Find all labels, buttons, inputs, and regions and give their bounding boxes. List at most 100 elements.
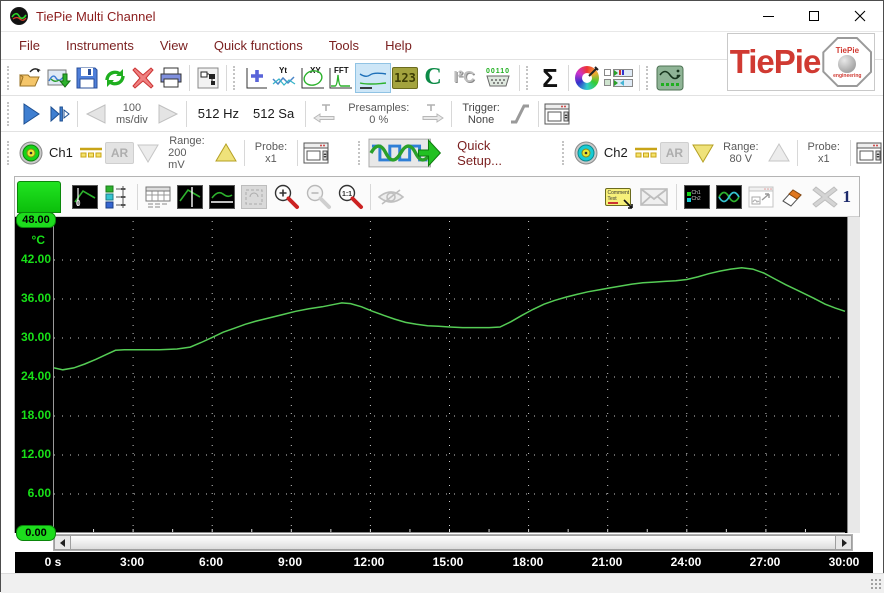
presamples-decrease-button[interactable]: [310, 100, 342, 128]
xy-graph-icon[interactable]: XY: [299, 64, 327, 92]
close-icon: [854, 10, 866, 22]
plot-right-margin: [848, 217, 860, 533]
serial-icon[interactable]: 00110: [481, 64, 515, 92]
ch1-settings-icon[interactable]: [302, 139, 330, 167]
y-tick-label: 12.00: [20, 447, 51, 461]
toolbar-grip[interactable]: [646, 65, 651, 90]
resize-grip-icon[interactable]: [870, 578, 883, 591]
ch1-label[interactable]: Ch1: [45, 145, 77, 160]
maximize-button[interactable]: [791, 1, 837, 31]
eraser-icon[interactable]: [778, 183, 808, 211]
zoom-out-icon[interactable]: [303, 183, 333, 211]
sample-rate-value[interactable]: 512 Hz: [191, 106, 246, 121]
print-icon[interactable]: [157, 64, 185, 92]
zoom-in-icon[interactable]: [271, 183, 301, 211]
ch1-range-down-button[interactable]: [134, 139, 162, 167]
ch2-bnc-icon[interactable]: [572, 139, 600, 167]
c-logo-icon[interactable]: C: [419, 64, 447, 92]
ch2-range-down-button[interactable]: [689, 139, 717, 167]
close-button[interactable]: [837, 1, 883, 31]
ch1-axis-header[interactable]: [17, 180, 61, 213]
instrument-toggle-icon[interactable]: [601, 64, 635, 92]
envelope-off-icon[interactable]: [637, 183, 671, 211]
ch2-coupling-icon[interactable]: [632, 139, 660, 167]
save-image-icon[interactable]: [45, 64, 73, 92]
scroll-left-button[interactable]: [54, 535, 71, 550]
channel-arrange-icon[interactable]: [102, 183, 132, 211]
record-length-value[interactable]: 512 Sa: [246, 106, 301, 121]
toolbar-grip[interactable]: [561, 140, 567, 165]
presamples-increase-button[interactable]: [415, 100, 447, 128]
y-axis-max[interactable]: 48.00: [16, 212, 56, 228]
one-shot-button[interactable]: [45, 100, 73, 128]
ch2-label[interactable]: Ch2: [600, 145, 632, 160]
sigma-icon[interactable]: Σ: [536, 64, 564, 92]
scrollbar-thumb[interactable]: [71, 535, 835, 550]
fft-graph-icon[interactable]: FFT: [327, 64, 355, 92]
export-window-icon[interactable]: [746, 183, 776, 211]
ch1-range-up-button[interactable]: [212, 139, 240, 167]
legend-icon[interactable]: Ch1 Ch2: [682, 183, 712, 211]
close-graph-icon[interactable]: [810, 183, 840, 211]
menu-help[interactable]: Help: [385, 38, 412, 53]
scroll-right-button[interactable]: [835, 535, 852, 550]
menu-tools[interactable]: Tools: [329, 38, 359, 53]
toolbar-grip[interactable]: [357, 140, 363, 165]
generator-icon[interactable]: [656, 64, 684, 92]
toolbar-grip[interactable]: [7, 65, 12, 90]
ch2-range-up-button[interactable]: [765, 139, 793, 167]
y-axis[interactable]: 48.00 °C 42.00 36.00 30.00 24.00 18.00 1…: [15, 212, 56, 541]
ch1-autorange-button[interactable]: AR: [104, 141, 135, 164]
add-object-icon[interactable]: [243, 64, 271, 92]
ch1-coupling-icon[interactable]: [77, 139, 105, 167]
trigger-slope-icon[interactable]: [506, 100, 534, 128]
refresh-icon[interactable]: [101, 64, 129, 92]
sigma-label: Σ: [542, 62, 558, 93]
meter-icon[interactable]: 123: [391, 64, 419, 92]
comment-icon[interactable]: Comment Text: [601, 183, 635, 211]
object-tree-icon[interactable]: [194, 64, 222, 92]
color-wheel-icon[interactable]: [573, 64, 601, 92]
horizontal-cursor-icon[interactable]: [207, 183, 237, 211]
menu-file[interactable]: File: [19, 38, 40, 53]
svg-text:Yt: Yt: [279, 66, 287, 75]
visibility-eye-icon[interactable]: [376, 183, 406, 211]
i2c-label: I²C: [453, 68, 475, 86]
save-icon[interactable]: [73, 64, 101, 92]
ch2-autorange-button[interactable]: AR: [659, 141, 690, 164]
timebase-slower-button[interactable]: [82, 100, 110, 128]
y-axis-min[interactable]: 0.00: [16, 525, 56, 541]
quick-setup-button[interactable]: Quick Setup...: [368, 136, 538, 170]
acquisition-settings-icon[interactable]: [543, 100, 571, 128]
ch1-probe-display: Probe: x1: [249, 141, 293, 165]
app-window: { "window": { "title": "TiePie Multi Cha…: [0, 0, 884, 593]
legend-ch2-label: Ch2: [691, 196, 701, 202]
axis-zero-icon[interactable]: 0: [70, 183, 100, 211]
time-scrollbar[interactable]: [53, 534, 853, 551]
toolbar-grip[interactable]: [7, 140, 12, 165]
menu-quick-functions[interactable]: Quick functions: [214, 38, 303, 53]
yt-graph-icon[interactable]: Yt: [271, 64, 299, 92]
delete-icon[interactable]: [129, 64, 157, 92]
toolbar-grip[interactable]: [7, 101, 12, 126]
menu-view[interactable]: View: [160, 38, 188, 53]
ch1-bnc-icon[interactable]: [17, 139, 45, 167]
open-icon[interactable]: [17, 64, 45, 92]
i2c-icon[interactable]: I²C: [447, 64, 481, 92]
signals-view-icon[interactable]: [714, 183, 744, 211]
table-view-icon[interactable]: [143, 183, 173, 211]
plot-area[interactable]: [53, 217, 848, 533]
ch2-range-label: Range:: [723, 140, 759, 153]
menu-instruments[interactable]: Instruments: [66, 38, 134, 53]
vertical-cursor-icon[interactable]: [175, 183, 205, 211]
timebase-faster-button[interactable]: [154, 100, 182, 128]
ch2-range-value: 80 V: [729, 152, 753, 165]
toolbar-grip[interactable]: [526, 65, 531, 90]
zoom-reset-icon[interactable]: 1:1: [335, 183, 365, 211]
active-graph-icon[interactable]: [355, 62, 391, 93]
toolbar-grip[interactable]: [233, 65, 238, 90]
ch2-settings-icon[interactable]: [855, 139, 883, 167]
area-select-icon[interactable]: [239, 183, 269, 211]
minimize-button[interactable]: [745, 1, 791, 31]
start-button[interactable]: [17, 100, 45, 128]
